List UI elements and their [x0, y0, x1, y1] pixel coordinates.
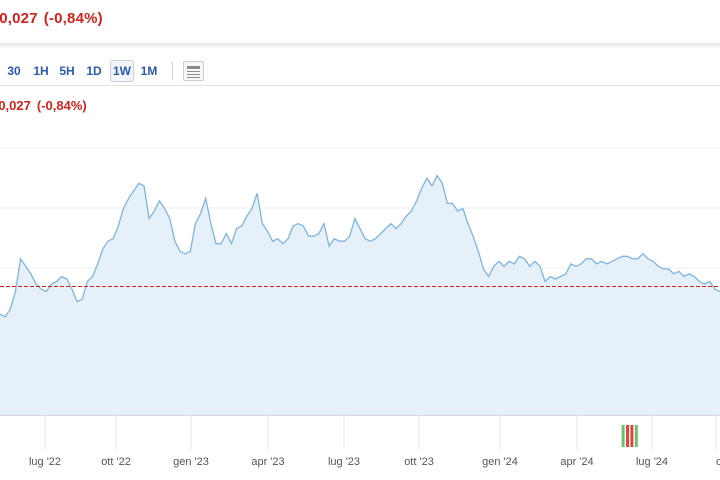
x-tick-label: apr '23 [251, 456, 284, 468]
volume-marker [621, 425, 625, 447]
volume-marker [634, 425, 638, 447]
x-tick-label: ott '22 [101, 456, 131, 468]
x-tick-label: gen '24 [482, 456, 518, 468]
volume-marker [630, 425, 634, 447]
x-tick-label: apr '24 [560, 456, 593, 468]
x-tick-label: lug '22 [29, 456, 61, 468]
x-tick-label: gen '23 [173, 456, 209, 468]
x-axis: lug '22 ott '22 gen '23 apr '23 lug '23 ott '… [29, 415, 720, 468]
price-area-fill [0, 175, 720, 415]
x-tick-label: ott '23 [404, 456, 434, 468]
volume-marker [626, 425, 629, 447]
x-tick-label: ott [716, 456, 720, 468]
x-tick-label: lug '24 [636, 456, 668, 468]
x-tick-label: lug '23 [328, 456, 360, 468]
price-chart: lug '22 ott '22 gen '23 apr '23 lug '23 ott '… [0, 147, 720, 468]
volume-markers [621, 425, 638, 447]
